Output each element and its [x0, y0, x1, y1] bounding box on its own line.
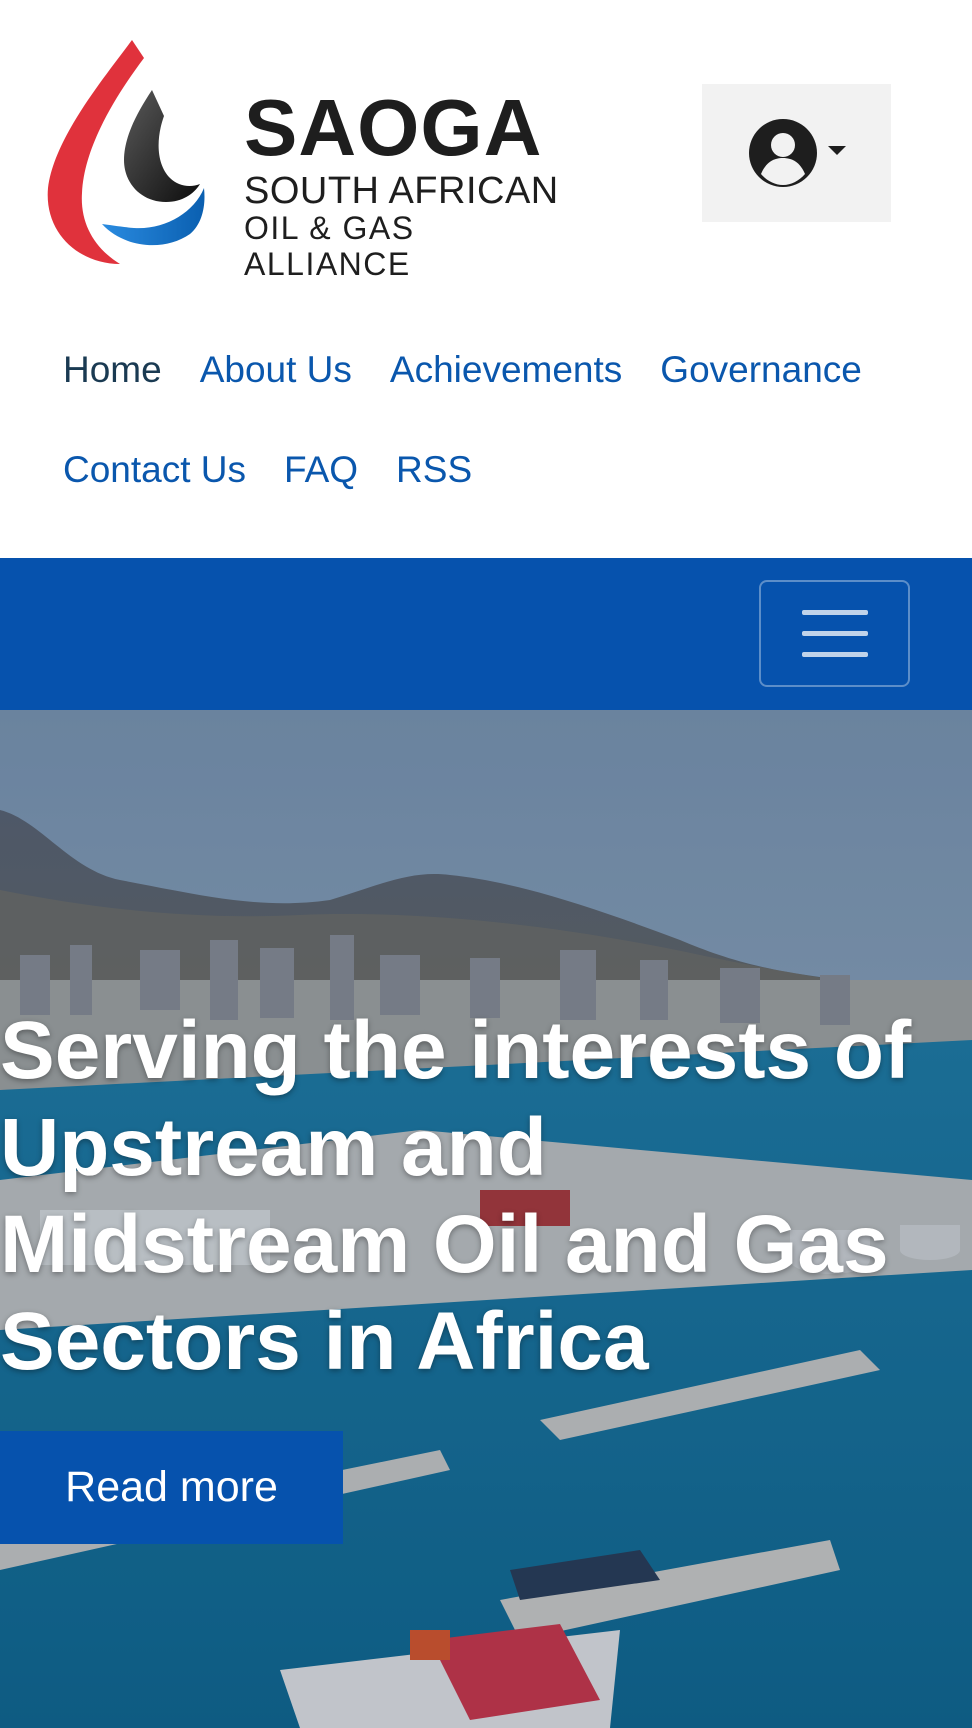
- user-circle-icon: [748, 119, 817, 187]
- oil-drop-logo-icon: [47, 40, 205, 264]
- nav-link-contact-us[interactable]: Contact Us: [44, 449, 265, 491]
- hero-banner: Serving the interests of Upstream and Mi…: [0, 710, 972, 1728]
- logo-subtitle-line1: SOUTH AFRICAN: [244, 170, 559, 212]
- nav-link-rss[interactable]: RSS: [377, 449, 491, 491]
- logo-wordmark: SAOGA SOUTH AFRICAN OIL & GAS ALLIANCE: [244, 83, 564, 283]
- site-header: SAOGA SOUTH AFRICAN OIL & GAS ALLIANCE: [0, 0, 972, 290]
- chevron-down-icon: [827, 145, 846, 155]
- mobile-nav-bar: [0, 558, 972, 710]
- saoga-logo[interactable]: SAOGA SOUTH AFRICAN OIL & GAS ALLIANCE: [44, 38, 564, 282]
- hamburger-icon-bar: [801, 631, 868, 636]
- nav-link-about-us[interactable]: About Us: [181, 349, 371, 391]
- hamburger-icon-bar: [801, 652, 868, 657]
- navbar-toggler-button[interactable]: [759, 580, 910, 687]
- nav-row-1: Home About Us Achievements Governance: [44, 320, 944, 420]
- hamburger-icon: [801, 610, 868, 615]
- nav-link-governance[interactable]: Governance: [641, 349, 881, 391]
- account-menu-button[interactable]: [702, 84, 891, 222]
- nav-link-achievements[interactable]: Achievements: [371, 349, 641, 391]
- logo-brand-text: SAOGA: [244, 83, 543, 172]
- nav-row-2: Contact Us FAQ RSS: [44, 420, 944, 520]
- nav-link-faq[interactable]: FAQ: [265, 449, 377, 491]
- logo-subtitle-line2: OIL & GAS ALLIANCE: [244, 210, 415, 282]
- nav-link-home[interactable]: Home: [44, 349, 181, 391]
- main-nav: Home About Us Achievements Governance Co…: [44, 320, 944, 520]
- read-more-button[interactable]: Read more: [0, 1431, 343, 1544]
- hero-title: Serving the interests of Upstream and Mi…: [0, 1005, 912, 1387]
